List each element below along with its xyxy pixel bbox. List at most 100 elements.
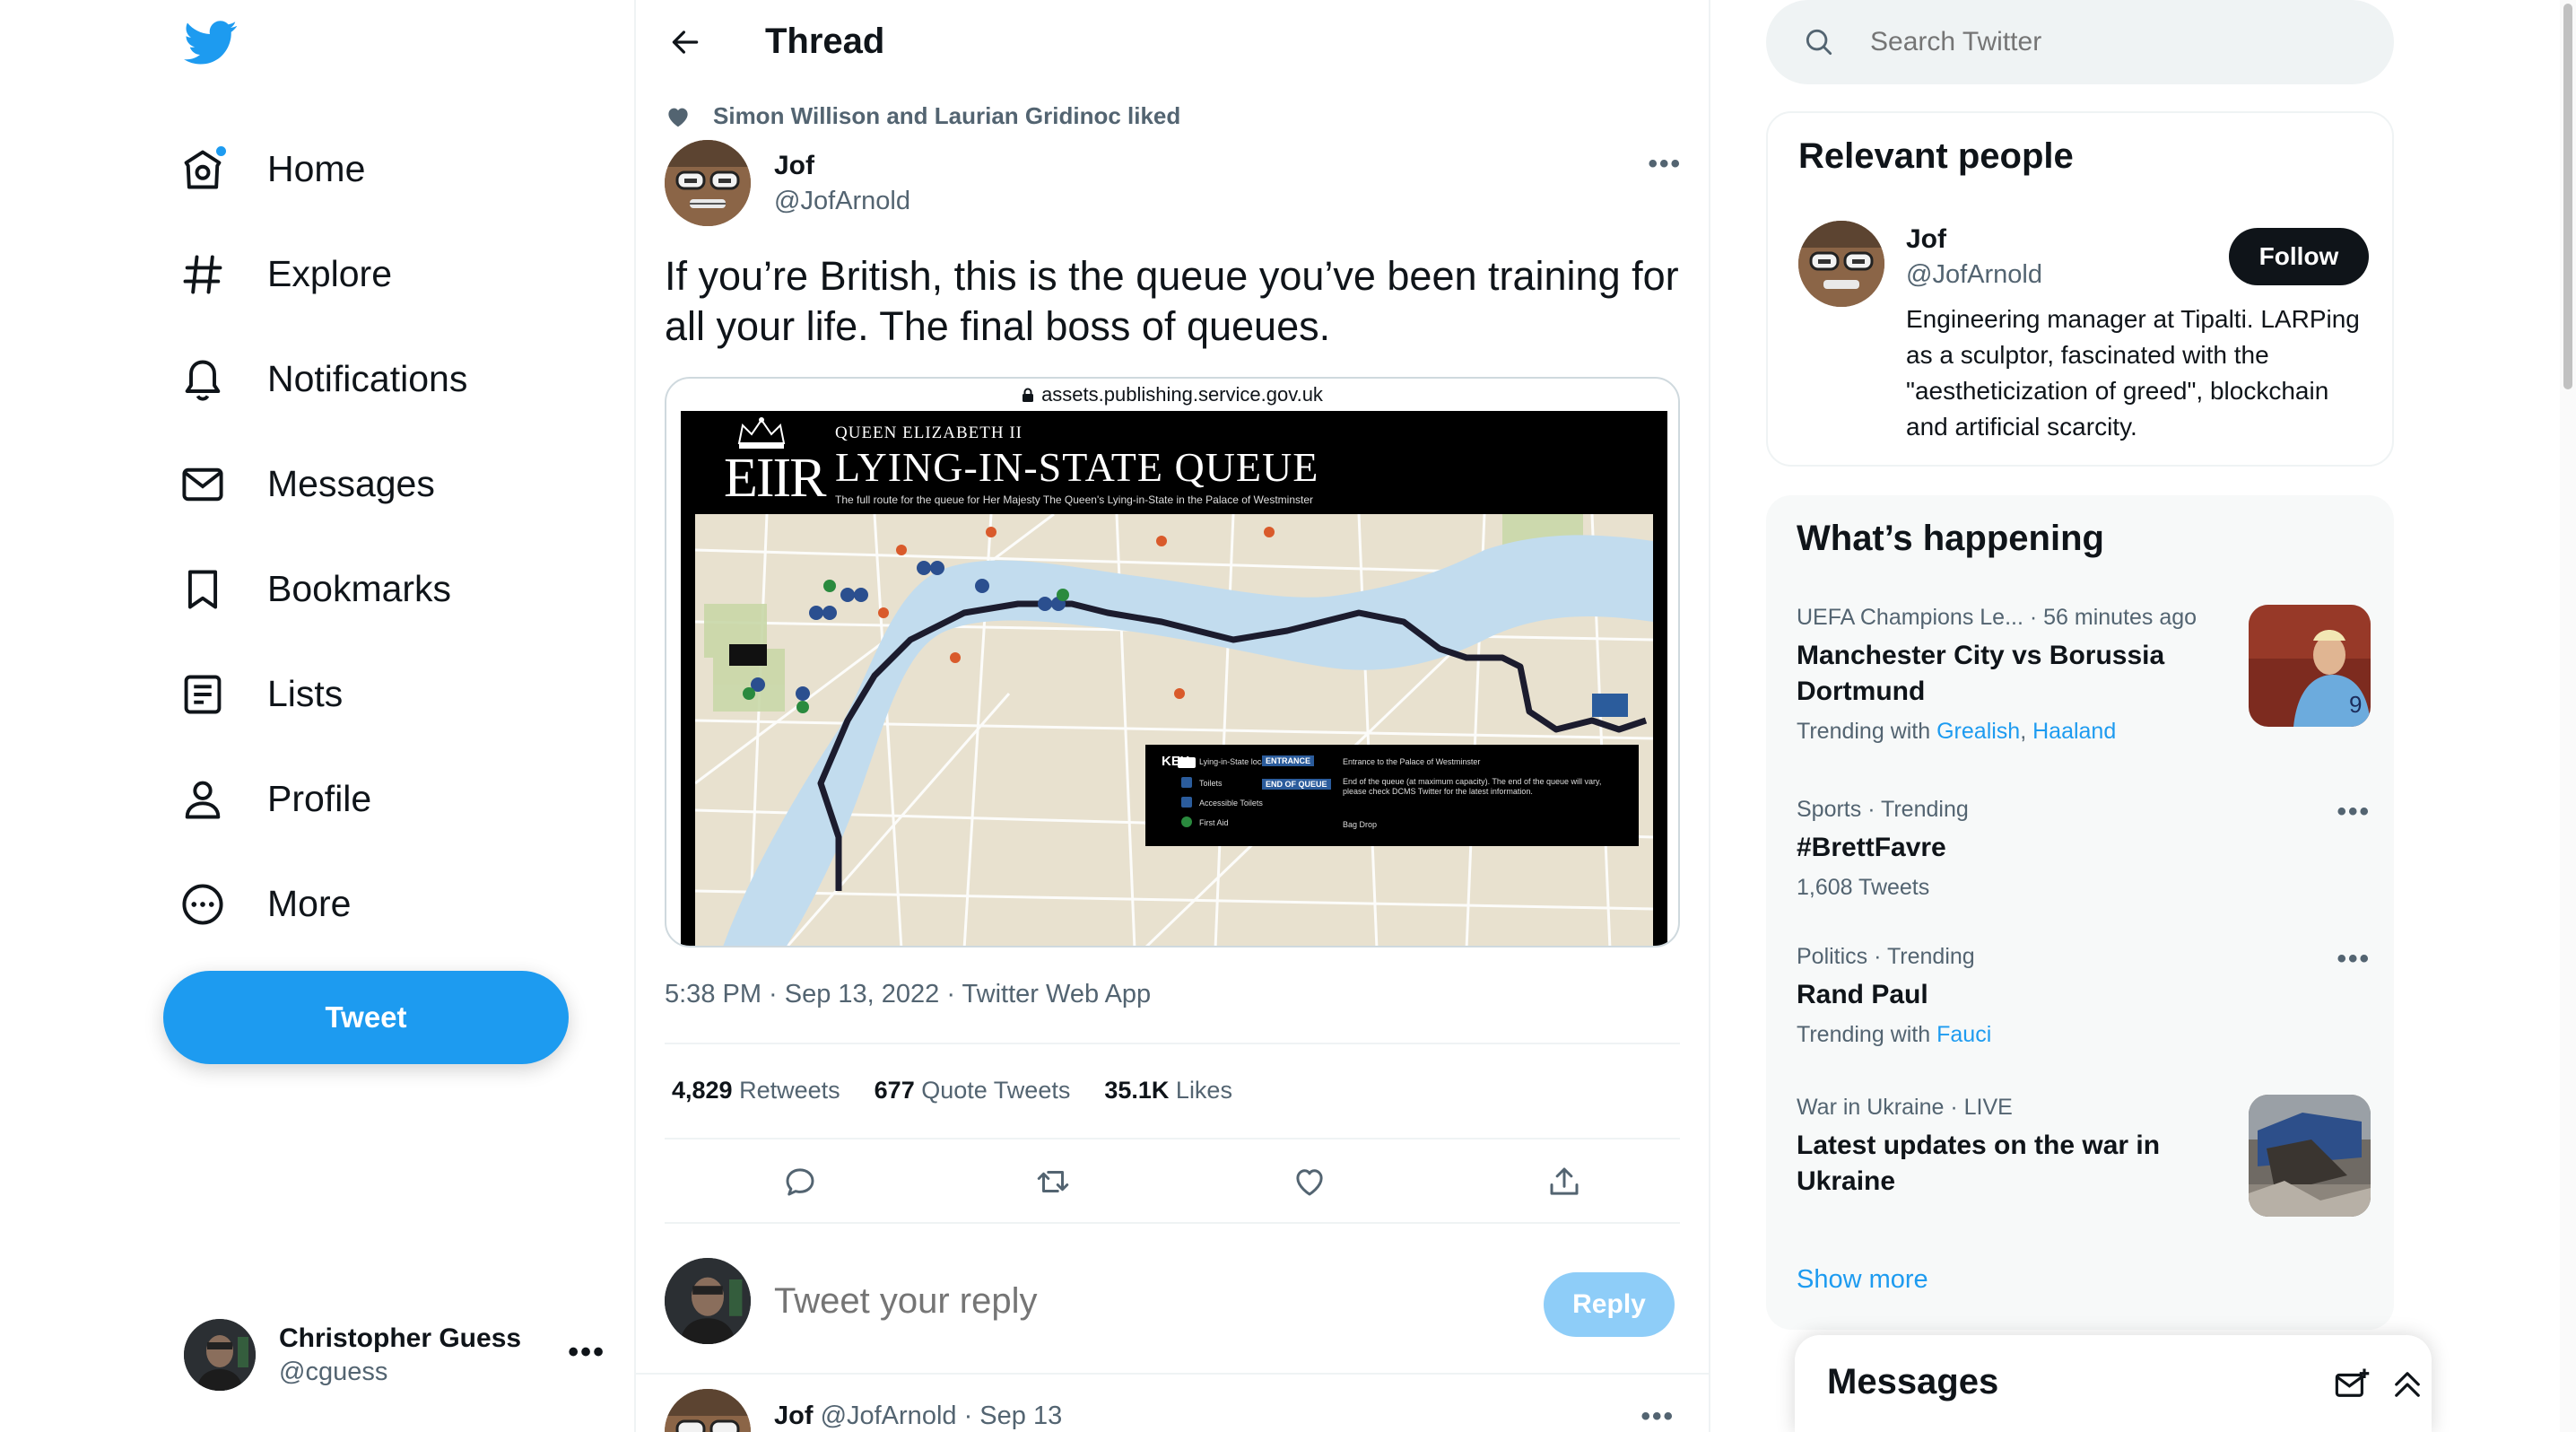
expand-up-icon[interactable] [2389,1366,2426,1403]
nav-profile[interactable]: Profile [179,747,467,851]
lock-icon [1023,388,1034,402]
divider [634,1373,1709,1375]
nav-explore-label: Explore [267,253,393,294]
reply-input[interactable] [774,1280,1492,1322]
nav-home[interactable]: Home [179,117,467,222]
likes-stat[interactable]: 35.1K Likes [1104,1077,1232,1105]
nav-more[interactable]: More [179,851,467,956]
like-icon[interactable] [1285,1157,1334,1206]
scrollbar[interactable] [2560,0,2576,1432]
quote-tweets-stat[interactable]: 677 Quote Tweets [875,1077,1071,1105]
trend-sub: 1,608 Tweets [1797,875,1930,900]
nav-explore[interactable]: Explore [179,222,467,327]
trend-sub-prefix: Trending with [1797,719,1931,744]
show-more-link[interactable]: Show more [1797,1265,1928,1295]
avatar[interactable] [665,1389,751,1432]
key-item: Entrance to the Palace of Westminster [1343,757,1481,766]
likes-count: 35.1K [1104,1077,1170,1104]
link-card[interactable]: assets.publishing.service.gov.uk EIIR QU… [665,377,1680,947]
messages-drawer[interactable]: Messages [1795,1335,2432,1432]
person-bio: Engineering manager at Tipalti. LARPing … [1906,305,2360,441]
avatar[interactable] [1798,221,1884,307]
bookmark-icon [179,566,226,613]
back-arrow-icon[interactable] [663,20,708,65]
author-name[interactable]: Jof [774,151,910,181]
trend-link[interactable]: Grealish [1936,719,2020,744]
avatar[interactable] [665,140,751,226]
account-name: Christopher Guess [279,1323,522,1353]
next-tweet[interactable]: Jof @JofArnold · Sep 13 ••• [665,1389,1680,1432]
nav-messages-label: Messages [267,463,435,504]
notification-dot [214,144,228,158]
new-message-icon[interactable] [2333,1366,2371,1403]
account-switcher[interactable]: Christopher Guess @cguess ••• [184,1317,605,1393]
tweet-stats: 4,829 Retweets 677 Quote Tweets 35.1K Li… [672,1077,1266,1105]
quotes-label: Quote Tweets [921,1077,1071,1104]
trend-more-icon[interactable]: ••• [2337,944,2371,974]
person-handle[interactable]: @JofArnold [1906,260,2042,290]
retweets-stat[interactable]: 4,829 Retweets [672,1077,840,1105]
relevant-people-panel: Relevant people Jof @JofArnold Follow En… [1766,111,2394,467]
trend-sub-prefix: Trending with [1797,1022,1931,1047]
trend-item[interactable]: War in Ukraine · LIVE Latest updates on … [1797,1095,2371,1217]
poster-header: EIIR QUEEN ELIZABETH II LYING-IN-STATE Q… [681,411,1667,510]
bell-icon [179,356,226,403]
card-url-text: assets.publishing.service.gov.uk [1041,383,1323,406]
twitter-logo-icon[interactable] [184,20,238,66]
author-handle[interactable]: @JofArnold [774,187,910,216]
retweet-icon[interactable] [1029,1157,1077,1206]
follow-button[interactable]: Follow [2229,228,2369,285]
tweet-text: If you’re British, this is the queue you… [665,253,1679,349]
person-name[interactable]: Jof [1906,224,1946,255]
avatar [184,1319,256,1391]
nav-profile-label: Profile [267,778,372,819]
trend-item[interactable]: UEFA Champions Le... · 56 minutes ago Ma… [1797,605,2371,745]
trend-item[interactable]: Politics · Trending Rand Paul Trending w… [1797,944,2371,1048]
trend-sub: Trending with Fauci [1797,1022,2371,1048]
trend-link[interactable]: Fauci [1936,1022,1991,1047]
search-input[interactable] [1870,27,2372,57]
person-icon [179,776,226,823]
social-context[interactable]: Simon Willison and Laurian Gridinoc like… [665,102,1180,130]
search-icon [1806,29,1832,56]
nav-bookmarks[interactable]: Bookmarks [179,537,467,642]
list-icon [179,671,226,718]
nav-messages[interactable]: Messages [179,432,467,537]
tweet-timestamp[interactable]: 5:38 PM · Sep 13, 2022 · Twitter Web App [665,980,1151,1009]
card-url: assets.publishing.service.gov.uk [666,379,1678,411]
toilet-icon [1181,777,1192,788]
route-map [695,514,1653,946]
key-item: Toilets [1199,779,1223,788]
scrollbar-thumb[interactable] [2563,4,2572,389]
avatar [665,1258,751,1344]
trend-more-icon[interactable]: ••• [2337,797,2371,827]
tweet-more-icon[interactable]: ••• [1648,149,1682,179]
poster-description: The full route for the queue for Her Maj… [835,493,1314,506]
trend-item[interactable]: Sports · Trending #BrettFavre 1,608 Twee… [1797,797,2371,901]
key-item: Bag Drop [1343,820,1378,829]
nav-lists[interactable]: Lists [179,642,467,747]
accessible-toilet-icon [1181,797,1192,808]
key-symbol [1178,757,1196,768]
next-tweet-handle[interactable]: @JofArnold [821,1401,957,1430]
map-key: KEY Lying-in-State location Toilets Acce… [1145,745,1639,846]
nav-more-label: More [267,883,352,924]
tweet-more-icon[interactable]: ••• [1640,1401,1675,1432]
football-player-photo: 9 [2249,605,2371,727]
reply-icon[interactable] [776,1157,824,1206]
panel-title: Relevant people [1798,136,2074,176]
nav-notifications[interactable]: Notifications [179,327,467,432]
trend-link[interactable]: Haaland [2032,719,2116,744]
share-icon[interactable] [1540,1157,1588,1206]
tweet-actions [665,1157,1680,1206]
search-box[interactable] [1766,0,2394,84]
next-tweet-name[interactable]: Jof [774,1401,814,1430]
nav-notifications-label: Notifications [267,358,468,399]
next-tweet-date[interactable]: · Sep 13 [964,1401,1063,1430]
left-sidebar: Home Explore Notifications Messages Book… [0,0,636,1432]
tweet-button[interactable]: Tweet [163,971,569,1064]
account-more-icon[interactable]: ••• [568,1335,605,1370]
reply-button[interactable]: Reply [1544,1272,1675,1337]
hashtag-icon [179,251,226,298]
nav-home-label: Home [267,148,366,189]
